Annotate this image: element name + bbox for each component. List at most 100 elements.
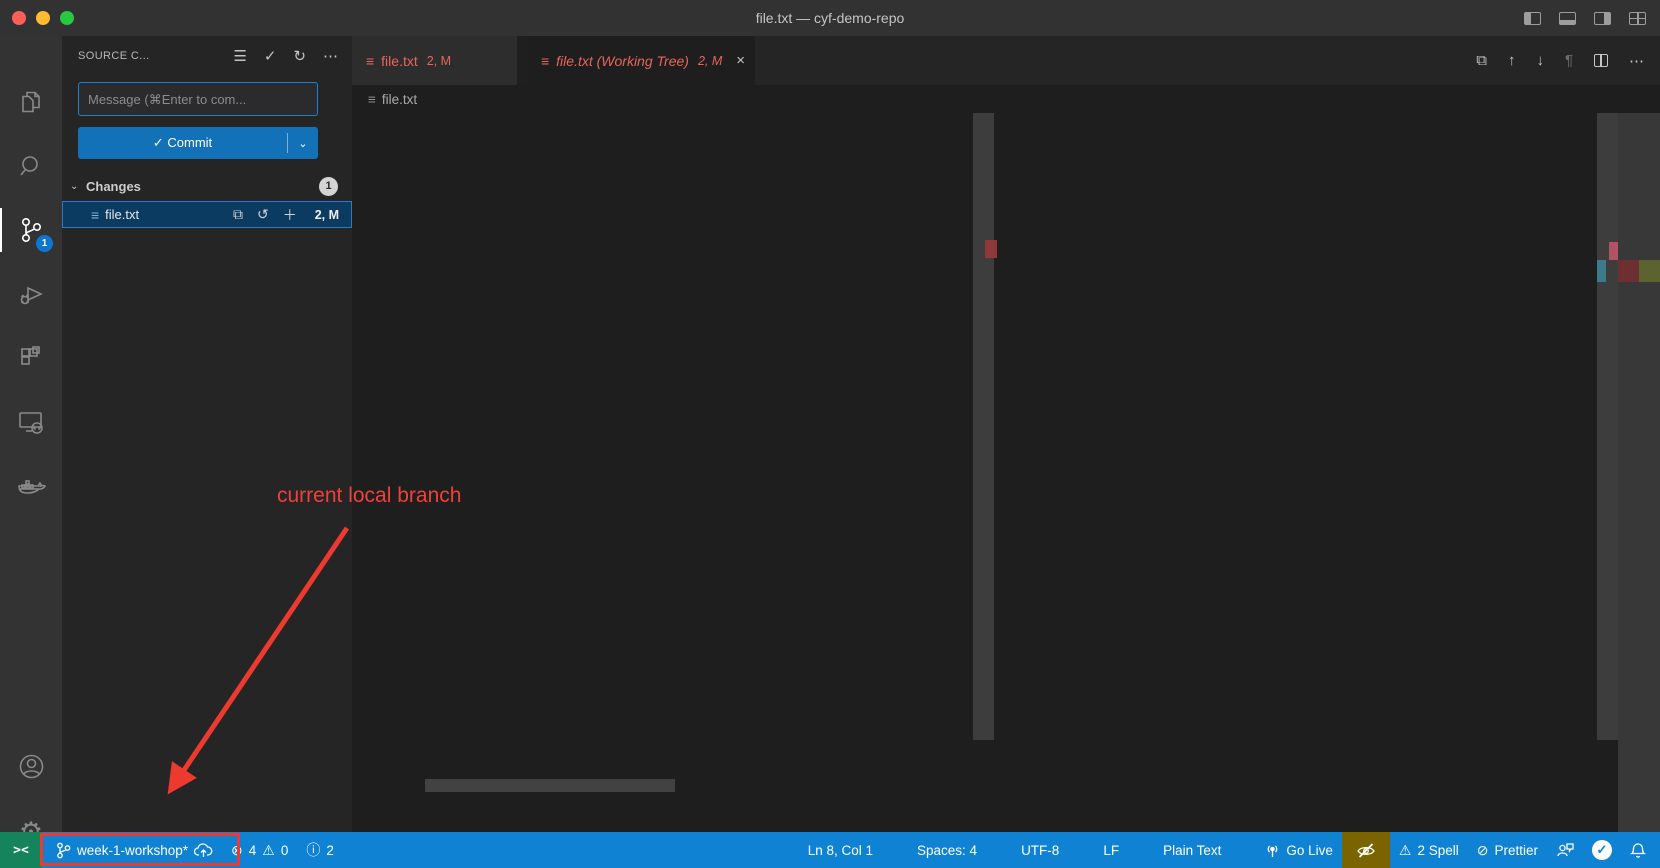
warning-icon: ⚠ (262, 842, 275, 859)
more-actions-icon[interactable]: ⋯ (323, 47, 338, 65)
statusbar-notifications[interactable] (1621, 832, 1660, 868)
statusbar-problems[interactable]: ⊗ 4 ⚠ 0 (222, 832, 297, 868)
statusbar-cursor-position[interactable]: Ln 8, Col 1 (799, 832, 882, 868)
changes-section-header[interactable]: ⌄ Changes 1 (62, 173, 352, 199)
changes-count-badge: 1 (319, 177, 338, 196)
split-editor-icon[interactable] (1594, 54, 1608, 67)
statusbar-eye-off[interactable] (1342, 832, 1390, 868)
slash-circle-icon: ⊘ (1477, 842, 1489, 859)
account-icon (17, 752, 46, 781)
scm-file-row[interactable]: ≡ file.txt ⧉ ↺ ＋ 2, M (62, 201, 352, 228)
commit-button-label: Commit (167, 135, 212, 150)
toggle-panel-icon[interactable] (1559, 12, 1576, 25)
broadcast-icon (1265, 842, 1280, 858)
stage-changes-icon[interactable]: ＋ (283, 205, 297, 225)
tab-label: file.txt (381, 53, 418, 69)
close-icon[interactable]: × (736, 52, 745, 69)
file-icon: ≡ (541, 53, 549, 69)
scm-file-name: file.txt (105, 207, 139, 222)
left-scrollbar[interactable] (973, 113, 994, 740)
toggle-secondary-sidebar-icon[interactable] (1594, 12, 1611, 25)
sidebar-item-search[interactable] (0, 138, 62, 194)
info-count: 2 (326, 843, 334, 858)
cloud-upload-icon (194, 843, 213, 858)
previous-change-icon[interactable]: ↑ (1508, 52, 1516, 69)
next-change-icon[interactable]: ↓ (1536, 52, 1544, 69)
tab-label: file.txt (Working Tree) (556, 53, 689, 69)
overview-deleted-mark (985, 240, 997, 258)
statusbar-language-mode[interactable]: Plain Text (1154, 832, 1230, 868)
statusbar-indentation[interactable]: Spaces: 4 (908, 832, 986, 868)
statusbar-status-ok[interactable]: ✓ (1583, 832, 1621, 868)
commit-button[interactable]: ✓ Commit ⌄ (78, 127, 318, 159)
tab-file-txt-working-tree[interactable]: ≡ file.txt (Working Tree) 2, M × (527, 36, 755, 85)
go-live-label: Go Live (1286, 843, 1333, 858)
tab-modified-status: 2, M (698, 54, 722, 68)
sidebar-item-docker[interactable] (0, 460, 62, 516)
horizontal-scrollbar[interactable] (425, 779, 675, 792)
status-bar: >< week-1-workshop* ⊗ 4 ⚠ 0 ⓘ 2 Ln 8, Co… (0, 832, 1660, 868)
diff-editor[interactable] (352, 113, 1660, 832)
sidebar-item-run-debug[interactable] (0, 266, 62, 322)
git-branch-icon (56, 842, 71, 859)
error-count: 4 (249, 843, 257, 858)
refresh-icon[interactable]: ↻ (293, 47, 306, 65)
title-bar: file.txt — cyf-demo-repo (0, 0, 1660, 36)
activity-bar: 1 ⚙ 1 (0, 36, 62, 832)
statusbar-info[interactable]: ⓘ 2 (297, 832, 343, 868)
customize-layout-icon[interactable] (1629, 12, 1646, 25)
sidebar-item-explorer[interactable] (0, 74, 62, 130)
spell-label: 2 Spell (1417, 843, 1458, 858)
sidebar-item-accounts[interactable] (0, 738, 62, 794)
sidebar-item-extensions[interactable] (0, 330, 62, 386)
bell-icon (1630, 842, 1646, 859)
run-debug-icon (17, 280, 45, 308)
diff-modified-pane[interactable] (997, 113, 1660, 832)
sidebar-item-source-control[interactable]: 1 (0, 202, 62, 258)
diff-original-pane[interactable] (352, 113, 997, 832)
statusbar-branch[interactable]: week-1-workshop* (42, 832, 222, 868)
file-icon: ≡ (366, 53, 374, 69)
scm-badge: 1 (36, 235, 53, 252)
file-icon: ≡ (368, 92, 376, 107)
open-changes-icon[interactable]: ⧉ (1476, 52, 1487, 69)
overview-ruler-added-mark (1639, 260, 1660, 282)
remote-indicator[interactable]: >< (0, 832, 42, 868)
feedback-icon (1556, 842, 1574, 858)
statusbar-feedback[interactable] (1547, 832, 1583, 868)
extensions-icon (17, 344, 45, 372)
right-scrollbar[interactable] (1597, 113, 1618, 740)
diff-overview-ruler (1618, 113, 1660, 832)
statusbar-prettier[interactable]: ⊘ Prettier (1468, 832, 1547, 868)
check-circle-icon: ✓ (1592, 840, 1612, 860)
whitespace-icon[interactable]: ¶ (1565, 52, 1573, 69)
prettier-label: Prettier (1494, 843, 1538, 858)
tab-file-txt[interactable]: ≡ file.txt 2, M (352, 36, 527, 85)
window-title: file.txt — cyf-demo-repo (0, 10, 1660, 26)
commit-dropdown-chevron-icon[interactable]: ⌄ (288, 137, 318, 150)
info-icon: ⓘ (306, 840, 320, 860)
toggle-primary-sidebar-icon[interactable] (1524, 12, 1541, 25)
docker-icon (16, 473, 46, 503)
changes-label: Changes (86, 179, 141, 194)
sidebar-item-remote-explorer[interactable] (0, 394, 62, 450)
statusbar-spell[interactable]: ⚠ 2 Spell (1390, 832, 1468, 868)
statusbar-go-live[interactable]: Go Live (1256, 832, 1342, 868)
vscode-window: file.txt — cyf-demo-repo 1 (0, 0, 1660, 868)
warning-count: 0 (281, 843, 289, 858)
commit-message-input[interactable] (78, 82, 318, 116)
view-as-tree-icon[interactable]: ☰ (233, 47, 246, 65)
more-actions-icon[interactable]: ⋯ (1629, 52, 1644, 70)
branch-name: week-1-workshop* (77, 843, 188, 858)
remote-explorer-icon (16, 407, 46, 437)
breadcrumb-file: file.txt (382, 92, 417, 107)
discard-changes-icon[interactable]: ↺ (257, 206, 269, 223)
open-file-icon[interactable]: ⧉ (233, 206, 243, 223)
overview-deleted-mark (1609, 242, 1618, 260)
commit-check-icon[interactable]: ✓ (264, 47, 277, 65)
breadcrumb[interactable]: ≡ file.txt (352, 85, 1660, 113)
check-icon: ✓ (153, 135, 164, 150)
statusbar-encoding[interactable]: UTF-8 (1012, 832, 1068, 868)
statusbar-eol[interactable]: LF (1094, 832, 1128, 868)
overview-ruler-deleted-mark (1618, 260, 1639, 282)
